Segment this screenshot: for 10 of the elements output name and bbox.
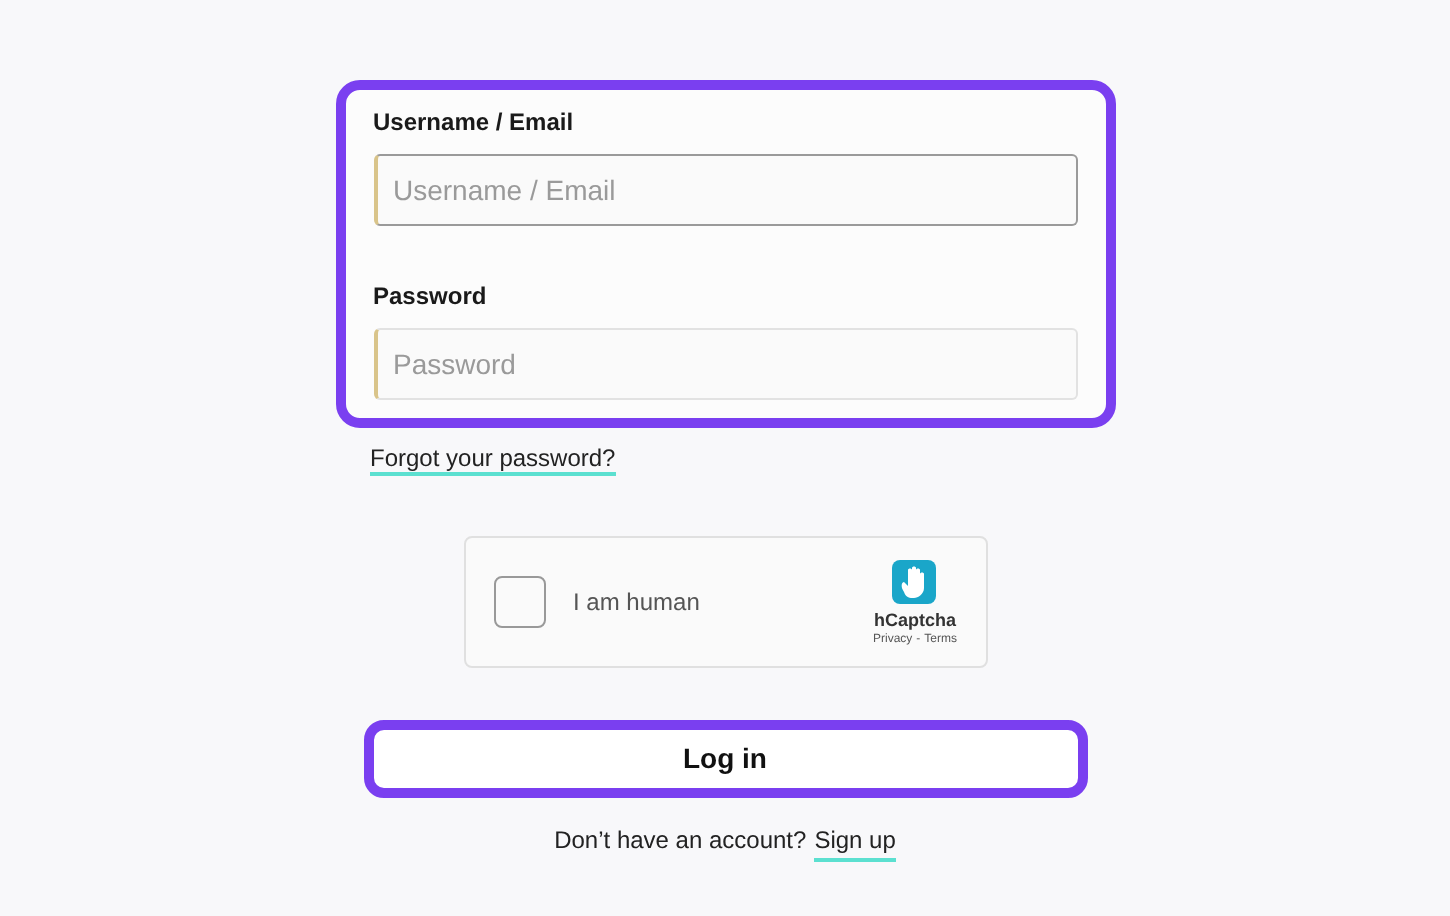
captcha-label: I am human <box>573 586 700 620</box>
captcha-checkbox[interactable] <box>493 576 545 628</box>
signup-link[interactable]: Sign up <box>814 822 896 862</box>
input-field[interactable]: Username / Email <box>373 154 1077 226</box>
forgot-password-link[interactable]: Forgot your password? <box>370 444 616 476</box>
captcha-brand: hCaptcha <box>873 610 956 632</box>
field-label: Username / Email <box>373 106 576 138</box>
login-button[interactable]: Log in <box>363 720 1087 798</box>
signup-prompt: Don’t have an account? <box>554 824 807 858</box>
field-label: Password <box>373 280 489 312</box>
